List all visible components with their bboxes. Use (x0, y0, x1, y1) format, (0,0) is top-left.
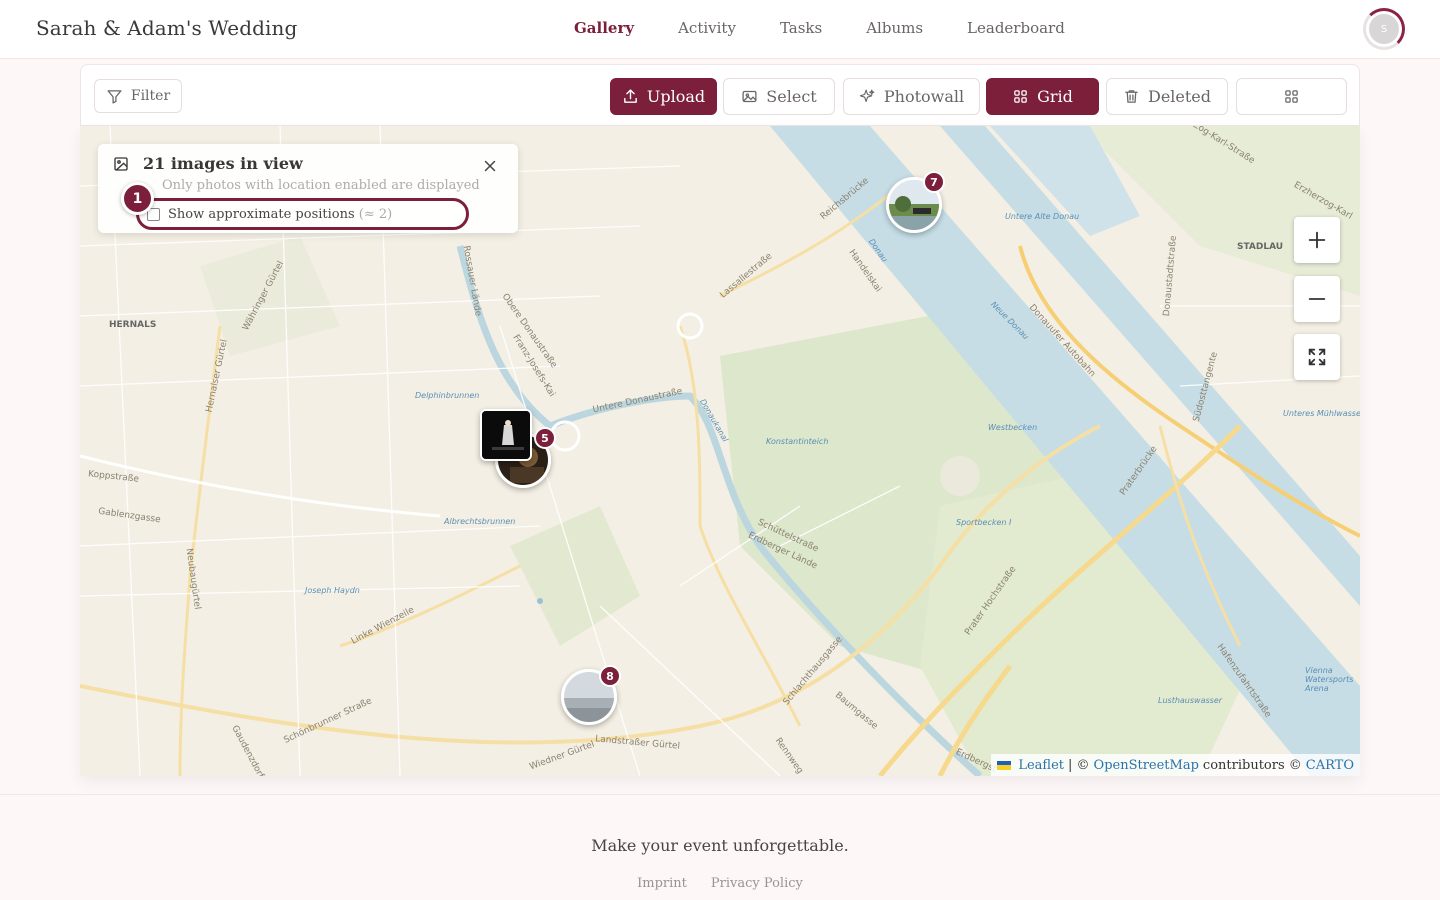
map-label-konstantin: Konstantinteich (766, 437, 829, 446)
select-label: Select (766, 87, 817, 106)
close-icon[interactable] (481, 157, 499, 175)
upload-label: Upload (646, 87, 706, 106)
map-label-haydn: Joseph Haydn (305, 586, 360, 595)
trash-icon (1125, 90, 1138, 103)
photowall-label: Photowall (883, 87, 965, 106)
image-icon (114, 157, 128, 171)
nav-activity[interactable]: Activity (678, 19, 736, 37)
map-label-westbecken: Westbecken (988, 423, 1038, 432)
gallery-toolbar: Filter Upload Select Photowall Grid Dele… (80, 64, 1360, 126)
footer-tagline: Make your event unforgettable. (591, 836, 849, 855)
tour-step-badge: 1 (121, 182, 154, 215)
map-label-lusthaus: Lusthauswasser (1158, 696, 1223, 705)
map-label-sportbecken: Sportbecken I (956, 518, 1012, 527)
location-hint: Only photos with location enabled are di… (162, 178, 480, 193)
upload-button[interactable]: Upload (610, 78, 717, 115)
approx-positions-label: Show approximate positions (≈ 2) (168, 207, 392, 222)
map-label-albrechts: Albrechtsbrunnen (444, 517, 516, 526)
map-label-delphin: Delphinbrunnen (415, 391, 480, 400)
grid-label: Grid (1037, 87, 1073, 106)
nav-tasks[interactable]: Tasks (780, 19, 822, 37)
grid-icon (1014, 90, 1027, 103)
brand-title[interactable]: Sarah & Adam's Wedding (36, 16, 297, 40)
map-attribution: Leaflet | © OpenStreetMap contributors ©… (991, 754, 1360, 776)
filter-button[interactable]: Filter (94, 79, 182, 113)
footer-divider (0, 794, 1440, 795)
deleted-button[interactable]: Deleted (1106, 78, 1228, 115)
nav-albums[interactable]: Albums (866, 19, 923, 37)
image-icon (742, 90, 757, 103)
view-toggle-button[interactable] (1236, 78, 1347, 115)
imprint-link[interactable]: Imprint (637, 876, 687, 891)
cluster-count-badge: 5 (534, 427, 556, 449)
deleted-label: Deleted (1147, 87, 1212, 106)
map-label-untere-alte-donau: Untere Alte Donau (1005, 212, 1080, 221)
approx-count: (≈ 2) (358, 206, 393, 222)
footer-links: Imprint Privacy Policy (0, 876, 1440, 891)
grid-icon (1285, 90, 1298, 103)
osm-link[interactable]: OpenStreetMap (1094, 758, 1199, 773)
plus-icon (1308, 231, 1326, 249)
select-button[interactable]: Select (723, 78, 835, 115)
privacy-link[interactable]: Privacy Policy (711, 876, 803, 891)
minus-icon (1308, 298, 1326, 300)
cluster-count-badge: 7 (923, 171, 945, 193)
main-nav: Gallery Activity Tasks Albums Leaderboar… (574, 19, 1065, 37)
approx-positions-toggle[interactable]: Show approximate positions (≈ 2) (136, 198, 469, 230)
carto-link[interactable]: CARTO (1306, 758, 1354, 773)
images-in-view-count: 21 images in view (143, 154, 303, 173)
map-label-stadlau: STADLAU (1237, 242, 1284, 252)
user-avatar[interactable]: S (1363, 8, 1405, 50)
filter-label: Filter (130, 88, 171, 104)
grid-button[interactable]: Grid (986, 78, 1099, 115)
photo-thumbnail (482, 411, 530, 459)
map-label-watersports: Vienna Watersports Arena (1305, 666, 1354, 693)
attribution-separator: | © (1068, 757, 1090, 773)
attribution-contributors: contributors © (1202, 757, 1302, 773)
map-info-panel: 21 images in view Only photos with locat… (98, 144, 518, 233)
top-header: Sarah & Adam's Wedding Gallery Activity … (0, 0, 1440, 59)
zoom-in-button[interactable] (1294, 217, 1340, 263)
filter-icon (107, 89, 122, 104)
ukraine-flag-icon (997, 760, 1012, 770)
nav-gallery[interactable]: Gallery (574, 19, 634, 37)
photowall-button[interactable]: Photowall (843, 78, 980, 115)
sparkles-icon (859, 89, 875, 103)
map-label-unteres-muehl: Unteres Mühlwasser (1283, 409, 1360, 418)
expand-icon (1308, 348, 1326, 366)
approx-label-text: Show approximate positions (168, 206, 355, 222)
avatar-initial: S (1369, 14, 1399, 44)
photo-thumbnail-marker[interactable] (480, 409, 532, 461)
leaflet-link[interactable]: Leaflet (1018, 758, 1064, 773)
map-label-hernals: HERNALS (109, 320, 157, 330)
nav-leaderboard[interactable]: Leaderboard (967, 19, 1065, 37)
fullscreen-button[interactable] (1294, 334, 1340, 380)
zoom-out-button[interactable] (1294, 276, 1340, 322)
upload-icon (623, 89, 637, 103)
cluster-count-badge: 8 (599, 665, 621, 687)
